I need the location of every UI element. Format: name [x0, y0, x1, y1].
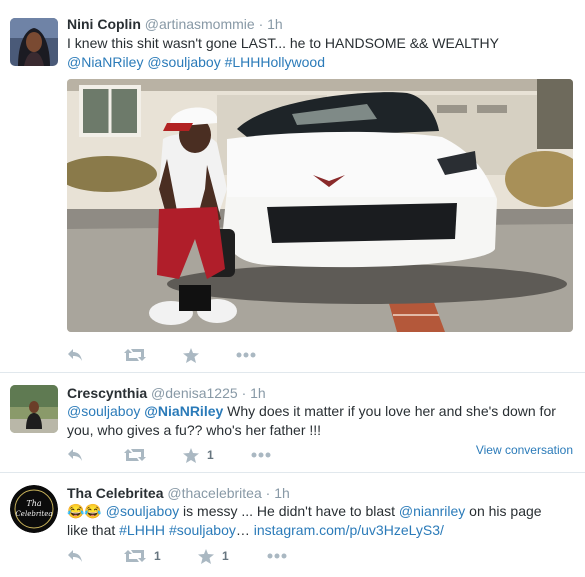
- tweet-text-line-1: I knew this shit wasn't gone LAST... he …: [67, 35, 499, 51]
- hashtag-link[interactable]: #souljaboy: [169, 522, 236, 538]
- tweet-actions: 1 1: [67, 547, 567, 565]
- mention-link[interactable]: @nianriley: [399, 503, 465, 519]
- tweet-text-line-2: @NiaNRiley @souljaboy #LHHHollywood: [67, 53, 575, 72]
- reply-icon: [68, 550, 82, 562]
- tweet-3[interactable]: Tha Celebritea Tha Celebritea @thacelebr…: [0, 473, 585, 577]
- tweet-text: @souljaboy @NiaNRiley Why does it matter…: [67, 402, 575, 440]
- mention-link[interactable]: @souljaboy: [147, 54, 220, 70]
- hashtag-link[interactable]: #LHHHollywood: [225, 54, 325, 70]
- star-icon: [183, 447, 199, 463]
- more-button[interactable]: [236, 346, 256, 364]
- tweet-text-line-1: 😂😂 @souljaboy is messy ... He didn't hav…: [67, 502, 575, 521]
- tweet-photo[interactable]: [67, 79, 573, 332]
- more-button[interactable]: [251, 446, 271, 464]
- reply-icon: [68, 349, 82, 361]
- avatar-image: Tha Celebritea: [10, 485, 58, 533]
- mention-link[interactable]: @NiaNRiley: [67, 54, 143, 70]
- retweet-icon: [124, 449, 146, 461]
- mention-link[interactable]: @NiaNRiley: [144, 403, 223, 419]
- photo-image: [67, 79, 573, 332]
- avatar[interactable]: [10, 385, 58, 433]
- avatar-logo-text: Tha: [26, 499, 41, 508]
- separator-dot: ·: [265, 485, 271, 501]
- tweet-text-segment: like that: [67, 522, 120, 538]
- favorite-button[interactable]: 1: [183, 446, 214, 464]
- tweet-text-line-1: @souljaboy @NiaNRiley Why does it matter…: [67, 402, 575, 421]
- display-name[interactable]: Tha Celebritea: [67, 485, 163, 501]
- favorite-count: 1: [222, 549, 229, 563]
- emoji: 😂😂: [67, 503, 102, 519]
- reply-icon: [68, 449, 82, 461]
- tweet-text-line-2: you, who gives a fu?? who's her father !…: [67, 422, 322, 438]
- retweet-icon: [124, 550, 146, 562]
- more-icon: [267, 553, 287, 559]
- reply-button[interactable]: [67, 446, 83, 464]
- retweet-button[interactable]: [124, 346, 146, 364]
- tweet-text: 😂😂 @souljaboy is messy ... He didn't hav…: [67, 502, 575, 540]
- star-icon: [198, 548, 214, 564]
- favorite-count: 1: [207, 448, 214, 462]
- favorite-button[interactable]: 1: [198, 547, 229, 565]
- star-icon: [183, 347, 199, 363]
- reply-button[interactable]: [67, 346, 83, 364]
- more-button[interactable]: [267, 547, 287, 565]
- retweet-button[interactable]: 1: [124, 547, 161, 565]
- more-icon: [236, 352, 256, 358]
- timestamp[interactable]: 1h: [250, 385, 266, 401]
- display-name[interactable]: Crescynthia: [67, 385, 147, 401]
- timestamp[interactable]: 1h: [274, 485, 290, 501]
- timestamp[interactable]: 1h: [267, 16, 283, 32]
- retweet-button[interactable]: [124, 446, 146, 464]
- reply-button[interactable]: [67, 547, 83, 565]
- tweet-text-segment: …: [235, 522, 250, 538]
- tweet-text: I knew this shit wasn't gone LAST... he …: [67, 34, 575, 72]
- separator-dot: ·: [241, 385, 247, 401]
- retweet-icon: [124, 349, 146, 361]
- tweet-text-segment: is messy ... He didn't have to blast: [179, 503, 399, 519]
- tweet-1[interactable]: Nini Coplin @artinasmommie · 1h I knew t…: [0, 0, 585, 372]
- tweet-header: Nini Coplin @artinasmommie · 1h: [67, 15, 283, 33]
- retweet-count: 1: [154, 549, 161, 563]
- favorite-button[interactable]: [183, 346, 199, 364]
- avatar-image: [10, 385, 58, 433]
- avatar[interactable]: [10, 18, 58, 66]
- tweet-text-segment: on his page: [465, 503, 542, 519]
- avatar-image: [10, 18, 58, 66]
- mention-link[interactable]: @souljaboy: [106, 503, 179, 519]
- display-name[interactable]: Nini Coplin: [67, 16, 141, 32]
- screen-name[interactable]: @artinasmommie: [145, 16, 255, 32]
- tweet-actions: [67, 346, 567, 364]
- screen-name[interactable]: @denisa1225: [151, 385, 238, 401]
- hashtag-link[interactable]: #LHHH: [119, 522, 165, 538]
- more-icon: [251, 452, 271, 458]
- view-conversation-link[interactable]: View conversation: [476, 443, 573, 457]
- mention-link[interactable]: @souljaboy: [67, 403, 140, 419]
- avatar[interactable]: Tha Celebritea: [10, 485, 58, 533]
- url-link[interactable]: instagram.com/p/uv3HzeLyS3/: [254, 522, 444, 538]
- avatar-logo-text: Celebritea: [15, 510, 52, 518]
- tweet-header: Tha Celebritea @thacelebritea · 1h: [67, 484, 290, 502]
- tweet-2[interactable]: Crescynthia @denisa1225 · 1h @souljaboy …: [0, 373, 585, 472]
- tweet-text-line-2: like that #LHHH #souljaboy… instagram.co…: [67, 521, 575, 540]
- separator-dot: ·: [258, 16, 264, 32]
- screen-name[interactable]: @thacelebritea: [167, 485, 261, 501]
- tweet-text-segment: Why does it matter if you love her and s…: [223, 403, 556, 419]
- tweet-header: Crescynthia @denisa1225 · 1h: [67, 384, 266, 402]
